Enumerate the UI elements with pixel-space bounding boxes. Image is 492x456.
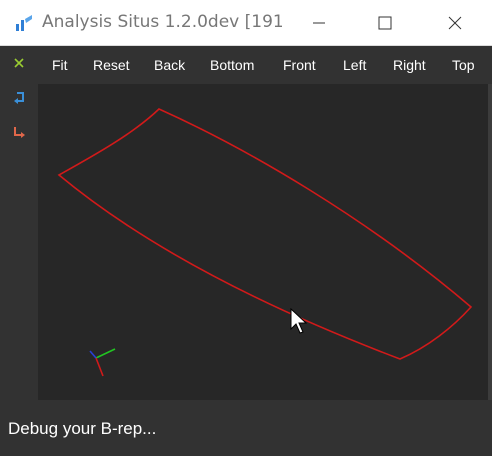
front-button[interactable]: Front: [283, 46, 316, 84]
left-button[interactable]: Left: [343, 46, 366, 84]
close-window-button[interactable]: [432, 0, 478, 46]
viewport-scroll-edge: [488, 84, 492, 400]
minimize-icon: [313, 22, 325, 24]
status-message: Debug your B-rep...: [8, 419, 157, 438]
viewport-canvas: [57, 108, 473, 377]
back-button[interactable]: Back: [154, 46, 185, 84]
app-window: Analysis Situs 1.2.0dev [191... Fit Rese…: [0, 0, 492, 456]
status-bar: Debug your B-rep...: [0, 400, 492, 456]
minimize-button[interactable]: [296, 0, 342, 46]
title-bar: Analysis Situs 1.2.0dev [191...: [0, 0, 492, 46]
undo-icon[interactable]: [9, 88, 29, 108]
mouse-cursor-icon: [290, 307, 310, 336]
redo-icon[interactable]: [9, 122, 29, 142]
app-logo-icon: [14, 13, 34, 33]
bspline-face-outline: [57, 108, 473, 360]
fit-button[interactable]: Fit: [52, 46, 68, 84]
window-title: Analysis Situs 1.2.0dev [191...: [42, 12, 282, 32]
bottom-button[interactable]: Bottom: [210, 46, 254, 84]
reset-button[interactable]: Reset: [93, 46, 130, 84]
3d-viewport[interactable]: [38, 84, 488, 400]
view-toolbar: Fit Reset Back Bottom Front Left Right T…: [38, 46, 492, 84]
top-button[interactable]: Top: [452, 46, 475, 84]
tool-sidebar: [0, 46, 38, 400]
right-button[interactable]: Right: [393, 46, 426, 84]
close-icon: [448, 16, 462, 30]
close-x-icon[interactable]: [9, 53, 29, 73]
maximize-icon: [378, 16, 392, 30]
maximize-button[interactable]: [362, 0, 408, 46]
axis-triad: [89, 348, 116, 377]
